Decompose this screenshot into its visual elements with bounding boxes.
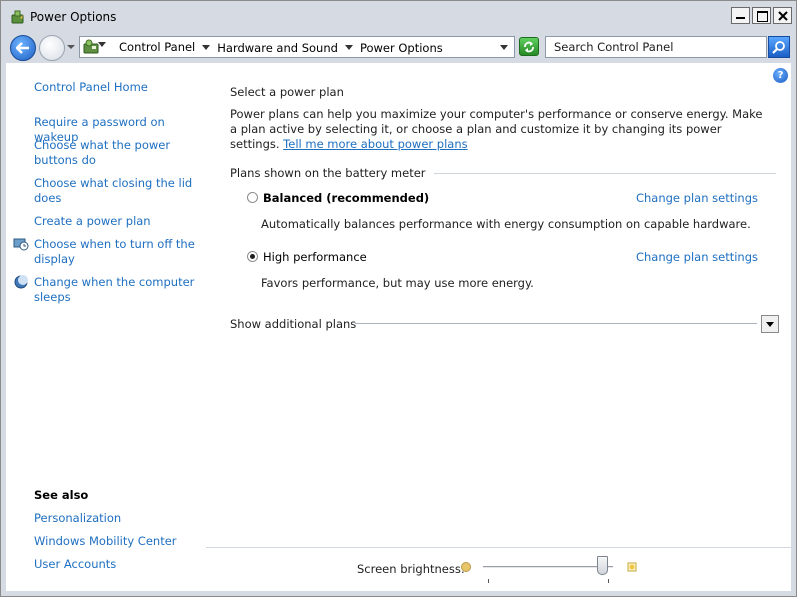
see-also-mobility-center-link[interactable]: Windows Mobility Center xyxy=(34,534,204,549)
address-history-dropdown[interactable] xyxy=(500,45,508,50)
refresh-icon xyxy=(524,41,534,53)
brightness-bar: Screen brightness: xyxy=(206,547,791,591)
plan-high-performance-label[interactable]: High performance xyxy=(263,250,367,264)
chevron-down-icon[interactable] xyxy=(344,45,353,50)
search-input[interactable]: Search Control Panel xyxy=(545,36,767,58)
back-button[interactable] xyxy=(10,35,36,61)
plan-high-performance-settings-link[interactable]: Change plan settings xyxy=(636,250,758,265)
bright-sun-icon xyxy=(627,562,637,572)
page-title: Select a power plan xyxy=(230,85,344,99)
brightness-slider-track[interactable] xyxy=(483,566,613,568)
see-also-heading: See also xyxy=(34,488,89,502)
maximize-button[interactable] xyxy=(752,7,771,24)
control-panel-icon xyxy=(83,39,99,54)
brightness-slider-thumb[interactable] xyxy=(597,556,608,575)
power-options-window: Power Options Control Panel Hardware and… xyxy=(0,0,797,597)
see-also-personalization-link[interactable]: Personalization xyxy=(34,511,204,526)
task-closing-lid-link[interactable]: Choose what closing the lid does xyxy=(34,176,204,206)
search-button[interactable] xyxy=(768,36,790,58)
search-icon xyxy=(772,41,785,54)
plan-balanced-radio[interactable] xyxy=(247,192,258,203)
page-description: Power plans can help you maximize your c… xyxy=(230,107,765,152)
display-timer-icon xyxy=(13,238,29,251)
window-title: Power Options xyxy=(30,10,117,24)
slider-tick-max xyxy=(608,579,609,583)
back-arrow-icon xyxy=(16,42,29,54)
plan-balanced-settings-link[interactable]: Change plan settings xyxy=(636,191,758,206)
task-power-buttons-link[interactable]: Choose what the power buttons do xyxy=(34,138,204,168)
control-panel-home-link[interactable]: Control Panel Home xyxy=(34,80,204,95)
task-pane: Control Panel Home Require a password on… xyxy=(6,63,206,591)
task-computer-sleeps-link[interactable]: Change when the computer sleeps xyxy=(34,275,204,305)
breadcrumb-power-options[interactable]: Power Options xyxy=(360,41,443,55)
plan-high-performance-description: Favors performance, but may use more ene… xyxy=(261,276,534,290)
forward-button[interactable] xyxy=(39,35,65,61)
title-bar: Power Options xyxy=(1,1,796,31)
sleep-moon-icon xyxy=(14,275,28,289)
plan-high-performance-radio[interactable] xyxy=(247,251,258,262)
refresh-button[interactable] xyxy=(519,37,539,56)
plan-balanced-description: Automatically balances performance with … xyxy=(261,217,751,231)
task-create-plan-link[interactable]: Create a power plan xyxy=(34,214,204,229)
battery-meter-plans-group: Plans shown on the battery meter xyxy=(230,166,776,180)
close-icon xyxy=(778,11,788,21)
minimize-button[interactable] xyxy=(731,7,750,24)
expand-additional-plans-button[interactable] xyxy=(761,315,779,333)
plan-balanced-label[interactable]: Balanced (recommended) xyxy=(263,191,429,205)
chevron-down-icon[interactable] xyxy=(98,42,106,47)
recent-pages-dropdown[interactable] xyxy=(67,45,75,49)
additional-plans-divider xyxy=(355,323,757,324)
close-button[interactable] xyxy=(773,7,792,24)
additional-plans-label[interactable]: Show additional plans xyxy=(230,317,356,331)
breadcrumb[interactable]: Control Panel Hardware and Sound Power O… xyxy=(79,36,515,58)
breadcrumb-control-panel[interactable]: Control Panel xyxy=(119,40,195,55)
content-area: ? Control Panel Home Require a password … xyxy=(6,63,791,591)
dim-sun-icon xyxy=(461,562,471,572)
task-turn-off-display-link[interactable]: Choose when to turn off the display xyxy=(34,237,204,267)
help-button[interactable]: ? xyxy=(773,68,788,83)
slider-tick-min xyxy=(488,579,489,583)
group-label: Plans shown on the battery meter xyxy=(230,166,434,180)
chevron-down-icon[interactable] xyxy=(202,45,211,50)
tell-me-more-link[interactable]: Tell me more about power plans xyxy=(283,137,467,151)
breadcrumb-hardware-and-sound[interactable]: Hardware and Sound xyxy=(217,41,338,55)
address-bar: Control Panel Hardware and Sound Power O… xyxy=(1,31,796,63)
brightness-label: Screen brightness: xyxy=(357,562,465,576)
additional-plans-section: Show additional plans xyxy=(230,315,781,335)
group-divider xyxy=(414,173,776,174)
breadcrumb-items: Control Panel Hardware and Sound Power O… xyxy=(119,40,443,55)
window-controls xyxy=(731,7,792,24)
power-options-icon xyxy=(11,10,24,24)
see-also-user-accounts-link[interactable]: User Accounts xyxy=(34,557,204,572)
